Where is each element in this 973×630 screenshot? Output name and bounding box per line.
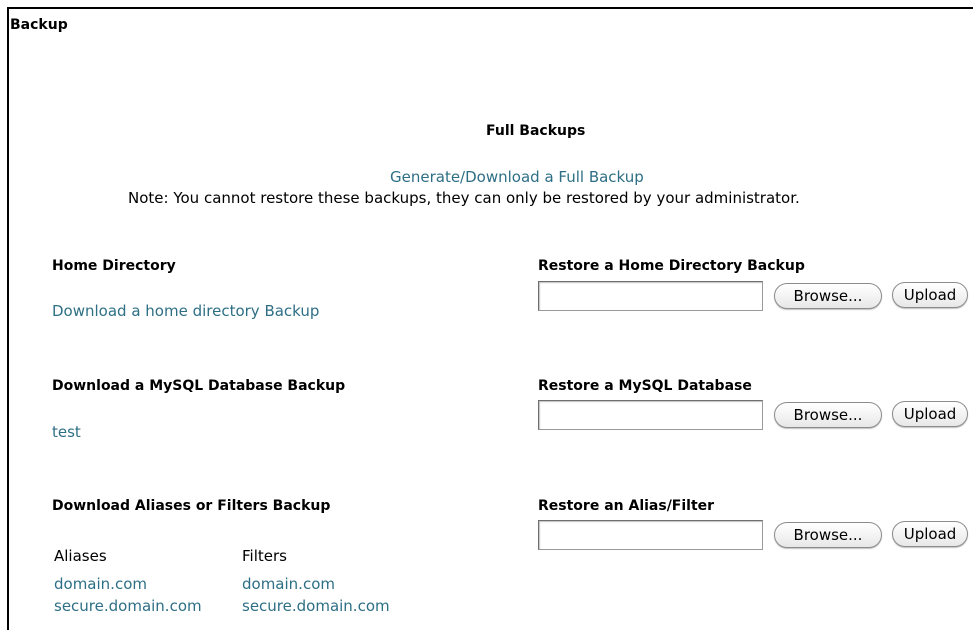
full-backup-note: Note: You cannot restore these backups, … <box>128 189 800 207</box>
alias-filter-browse-button[interactable]: Browse... <box>774 522 882 548</box>
filters-column-header: Filters <box>242 547 287 565</box>
home-directory-file-field[interactable] <box>538 281 763 311</box>
restore-alias-filter-heading: Restore an Alias/Filter <box>538 498 715 514</box>
mysql-file-field[interactable] <box>538 400 763 430</box>
home-directory-upload-button[interactable]: Upload <box>892 282 968 308</box>
alias-filter-file-field[interactable] <box>538 520 763 550</box>
filter-backup-link[interactable]: secure.domain.com <box>242 597 390 615</box>
alias-filter-upload-button[interactable]: Upload <box>892 521 968 547</box>
generate-full-backup-link[interactable]: Generate/Download a Full Backup <box>390 168 644 186</box>
mysql-browse-button[interactable]: Browse... <box>774 402 882 428</box>
restore-home-directory-heading: Restore a Home Directory Backup <box>538 258 805 274</box>
alias-backup-link[interactable]: secure.domain.com <box>54 597 202 615</box>
full-backups-heading: Full Backups <box>486 123 586 139</box>
mysql-upload-button[interactable]: Upload <box>892 401 968 427</box>
mysql-database-link[interactable]: test <box>52 423 81 441</box>
filter-backup-link[interactable]: domain.com <box>242 575 335 593</box>
download-home-directory-link[interactable]: Download a home directory Backup <box>52 302 319 320</box>
aliases-filters-download-heading: Download Aliases or Filters Backup <box>52 498 331 514</box>
restore-mysql-heading: Restore a MySQL Database <box>538 378 752 394</box>
alias-backup-link[interactable]: domain.com <box>54 575 147 593</box>
home-directory-heading: Home Directory <box>52 258 176 274</box>
home-directory-browse-button[interactable]: Browse... <box>774 283 882 309</box>
page-title: Backup <box>10 17 68 33</box>
mysql-download-heading: Download a MySQL Database Backup <box>52 378 346 394</box>
aliases-column-header: Aliases <box>54 547 107 565</box>
